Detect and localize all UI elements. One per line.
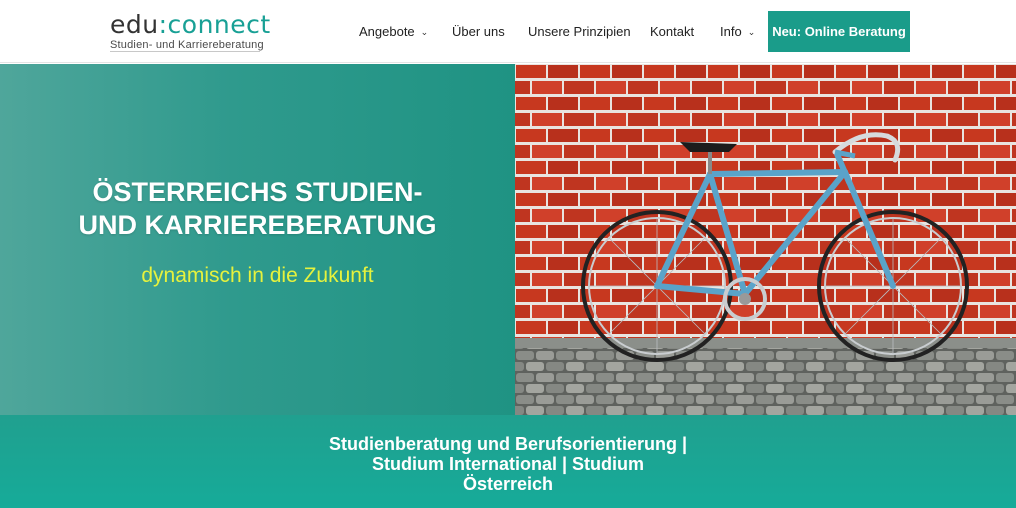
logo-part-edu: edu: [110, 10, 159, 39]
nav-label: Angebote: [359, 24, 415, 39]
nav-item-kontakt[interactable]: Kontakt: [650, 24, 694, 39]
hero-subtitle: dynamisch in die Zukunft: [141, 264, 374, 287]
logo-tagline: Studien- und Karriereberatung: [110, 39, 264, 51]
nav-item-ueber-uns[interactable]: Über uns: [452, 24, 505, 39]
site-header: edu:connect Studien- und Karriereberatun…: [0, 0, 1016, 63]
logo-part-connect: connect: [167, 10, 271, 39]
nav-label: Unsere Prinzipien: [528, 24, 631, 39]
hero-title-line: ÖSTERREICHS STUDIEN-: [92, 177, 423, 207]
chevron-down-icon: ⌄: [420, 27, 429, 37]
logo-underline: [110, 51, 260, 52]
logo-colon: :: [158, 10, 168, 39]
services-line: Studium International | Studium: [371, 454, 645, 474]
logo[interactable]: edu:connect Studien- und Karriereberatun…: [110, 12, 270, 52]
nav-label: Kontakt: [650, 24, 695, 39]
chevron-down-icon: ⌄: [747, 27, 756, 37]
services-headline: Studienberatung und Berufsorientierung |…: [320, 434, 696, 494]
cta-label: Neu: Online Beratung: [772, 24, 906, 39]
nav-item-angebote[interactable]: Angebote ⌄: [359, 24, 428, 39]
bicycle-against-brick-wall-photo: [515, 64, 1016, 415]
online-beratung-button[interactable]: Neu: Online Beratung: [768, 11, 910, 52]
nav-label: Über uns: [452, 24, 505, 39]
services-line: Studienberatung und Berufsorientierung |: [328, 434, 688, 454]
logo-wordmark: edu:connect: [110, 12, 271, 37]
nav-item-info[interactable]: Info ⌄: [720, 24, 755, 39]
services-line: Österreich: [462, 474, 554, 494]
nav-item-unsere-prinzipien[interactable]: Unsere Prinzipien: [528, 24, 631, 39]
hero-title-line: UND KARRIEREBERATUNG: [78, 210, 437, 240]
hero-title: ÖSTERREICHS STUDIEN- UND KARRIEREBERATUN…: [0, 176, 515, 242]
hero-image: [515, 64, 1016, 415]
nav-label: Info: [720, 24, 742, 39]
